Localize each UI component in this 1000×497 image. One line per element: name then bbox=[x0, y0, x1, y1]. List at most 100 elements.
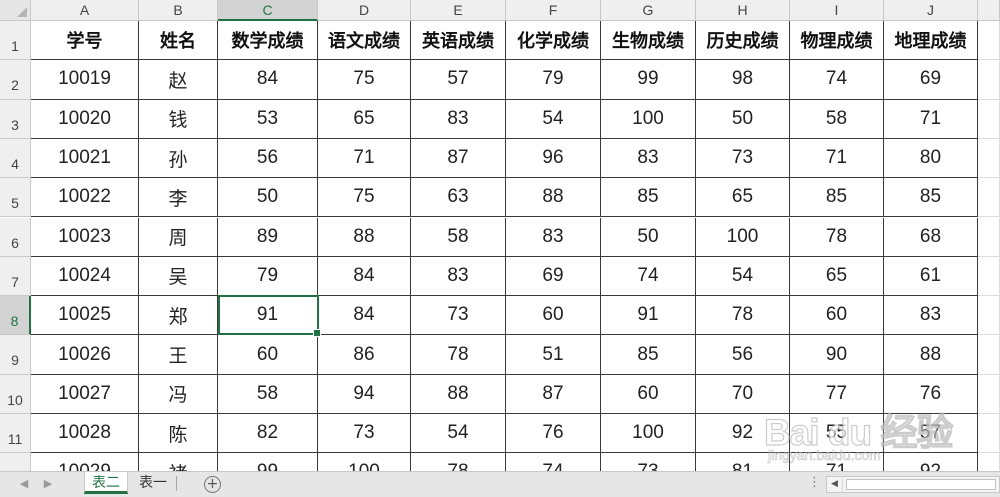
empty-cell[interactable] bbox=[978, 256, 1000, 297]
header-cell[interactable]: 物理成绩 bbox=[790, 21, 884, 61]
empty-cell[interactable] bbox=[978, 60, 1000, 100]
data-cell[interactable]: 69 bbox=[506, 256, 601, 297]
data-cell[interactable]: 10024 bbox=[31, 256, 139, 297]
data-cell[interactable]: 65 bbox=[318, 99, 411, 139]
data-cell[interactable]: 88 bbox=[318, 217, 411, 257]
data-cell[interactable]: 83 bbox=[411, 99, 506, 139]
data-cell[interactable]: 60 bbox=[601, 374, 696, 414]
data-cell[interactable]: 55 bbox=[790, 414, 884, 454]
data-cell[interactable]: 78 bbox=[411, 453, 506, 471]
data-cell[interactable]: 10028 bbox=[31, 414, 139, 454]
data-cell[interactable]: 50 bbox=[601, 217, 696, 257]
data-cell[interactable]: 10021 bbox=[31, 138, 139, 179]
row-header-8[interactable]: 8 bbox=[0, 296, 31, 336]
data-cell[interactable]: 78 bbox=[411, 335, 506, 375]
data-cell[interactable]: 83 bbox=[411, 256, 506, 297]
data-cell[interactable]: 60 bbox=[218, 335, 318, 375]
data-cell[interactable]: 王 bbox=[139, 335, 218, 375]
more-options-icon[interactable]: ⋮ bbox=[808, 475, 822, 490]
data-cell[interactable]: 61 bbox=[884, 256, 978, 297]
data-cell[interactable]: 73 bbox=[411, 296, 506, 336]
data-cell[interactable]: 58 bbox=[411, 217, 506, 257]
row-header-11[interactable]: 11 bbox=[0, 414, 31, 454]
prev-sheet-icon[interactable]: ◀ bbox=[16, 476, 32, 492]
row-header-9[interactable]: 9 bbox=[0, 335, 31, 375]
data-cell[interactable]: 91 bbox=[218, 296, 318, 336]
data-cell[interactable]: 56 bbox=[696, 335, 790, 375]
data-cell[interactable]: 54 bbox=[506, 99, 601, 139]
data-cell[interactable]: 100 bbox=[601, 99, 696, 139]
data-cell[interactable]: 75 bbox=[318, 60, 411, 100]
data-cell[interactable]: 84 bbox=[218, 60, 318, 100]
data-cell[interactable]: 74 bbox=[506, 453, 601, 471]
data-cell[interactable]: 10029 bbox=[31, 453, 139, 471]
next-sheet-icon[interactable]: ▶ bbox=[40, 476, 56, 492]
data-cell[interactable]: 84 bbox=[318, 256, 411, 297]
data-cell[interactable]: 79 bbox=[506, 60, 601, 100]
empty-cell[interactable] bbox=[978, 374, 1000, 414]
data-cell[interactable]: 85 bbox=[884, 178, 978, 218]
tab-sheet-2[interactable]: 表二 bbox=[84, 472, 128, 494]
empty-cell[interactable] bbox=[978, 414, 1000, 454]
data-cell[interactable]: 100 bbox=[601, 414, 696, 454]
header-cell[interactable]: 数学成绩 bbox=[218, 21, 318, 61]
scrollbar-thumb[interactable] bbox=[846, 479, 996, 490]
data-cell[interactable]: 10019 bbox=[31, 60, 139, 100]
data-cell[interactable]: 90 bbox=[790, 335, 884, 375]
data-cell[interactable]: 88 bbox=[884, 335, 978, 375]
data-cell[interactable]: 冯 bbox=[139, 374, 218, 414]
data-cell[interactable]: 10027 bbox=[31, 374, 139, 414]
data-cell[interactable]: 77 bbox=[790, 374, 884, 414]
data-cell[interactable]: 99 bbox=[601, 60, 696, 100]
row-header-10[interactable]: 10 bbox=[0, 374, 31, 414]
data-cell[interactable]: 71 bbox=[790, 138, 884, 179]
column-header-d[interactable]: D bbox=[318, 0, 411, 21]
column-header-a[interactable]: A bbox=[31, 0, 139, 21]
data-cell[interactable]: 100 bbox=[318, 453, 411, 471]
data-cell[interactable]: 83 bbox=[506, 217, 601, 257]
empty-cell[interactable] bbox=[978, 335, 1000, 375]
row-header-5[interactable]: 5 bbox=[0, 178, 31, 218]
data-cell[interactable]: 58 bbox=[218, 374, 318, 414]
add-sheet-button[interactable]: + bbox=[204, 476, 221, 493]
data-cell[interactable]: 88 bbox=[506, 178, 601, 218]
data-cell[interactable]: 65 bbox=[696, 178, 790, 218]
data-cell[interactable]: 71 bbox=[790, 453, 884, 471]
row-header-2[interactable]: 2 bbox=[0, 60, 31, 100]
data-cell[interactable]: 99 bbox=[218, 453, 318, 471]
data-cell[interactable]: 53 bbox=[218, 99, 318, 139]
empty-cell[interactable] bbox=[978, 138, 1000, 179]
data-cell[interactable]: 10026 bbox=[31, 335, 139, 375]
data-cell[interactable]: 54 bbox=[696, 256, 790, 297]
data-cell[interactable]: 赵 bbox=[139, 60, 218, 100]
data-cell[interactable]: 65 bbox=[790, 256, 884, 297]
row-header-7[interactable]: 7 bbox=[0, 256, 31, 297]
data-cell[interactable]: 褚 bbox=[139, 453, 218, 471]
data-cell[interactable]: 85 bbox=[790, 178, 884, 218]
row-header-3[interactable]: 3 bbox=[0, 99, 31, 139]
data-cell[interactable]: 周 bbox=[139, 217, 218, 257]
empty-cell[interactable] bbox=[978, 21, 1000, 61]
header-cell[interactable]: 地理成绩 bbox=[884, 21, 978, 61]
data-cell[interactable]: 81 bbox=[696, 453, 790, 471]
data-cell[interactable]: 56 bbox=[218, 138, 318, 179]
empty-cell[interactable] bbox=[978, 178, 1000, 218]
column-header-h[interactable]: H bbox=[696, 0, 790, 21]
data-cell[interactable]: 51 bbox=[506, 335, 601, 375]
select-all-corner[interactable] bbox=[0, 0, 31, 21]
data-cell[interactable]: 76 bbox=[884, 374, 978, 414]
data-cell[interactable]: 60 bbox=[790, 296, 884, 336]
header-cell[interactable]: 学号 bbox=[31, 21, 139, 61]
data-cell[interactable]: 69 bbox=[884, 60, 978, 100]
data-cell[interactable]: 10023 bbox=[31, 217, 139, 257]
data-cell[interactable]: 58 bbox=[790, 99, 884, 139]
data-cell[interactable]: 73 bbox=[318, 414, 411, 454]
data-cell[interactable]: 84 bbox=[318, 296, 411, 336]
data-cell[interactable]: 98 bbox=[696, 60, 790, 100]
empty-cell[interactable] bbox=[978, 217, 1000, 257]
data-cell[interactable]: 100 bbox=[696, 217, 790, 257]
data-cell[interactable]: 83 bbox=[884, 296, 978, 336]
empty-cell[interactable] bbox=[978, 296, 1000, 336]
header-cell[interactable]: 化学成绩 bbox=[506, 21, 601, 61]
data-cell[interactable]: 10022 bbox=[31, 178, 139, 218]
